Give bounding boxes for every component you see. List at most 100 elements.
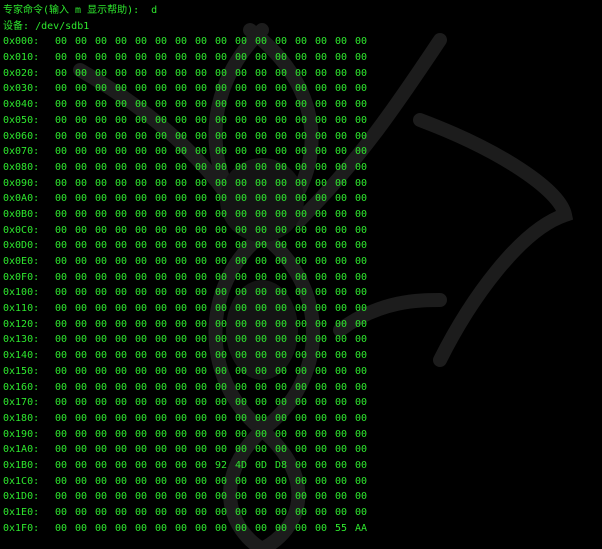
hexdump-address: 0x0D0: bbox=[3, 240, 40, 252]
hexdump-byte: 00 bbox=[295, 303, 308, 315]
prompt-input[interactable]: d bbox=[151, 5, 157, 16]
hexdump-row: 0x140: 00 00 00 00 00 00 00 00 00 00 00 00 00 00 00 00 bbox=[3, 348, 602, 364]
hexdump-byte: 00 bbox=[315, 193, 328, 205]
hexdump-byte: 00 bbox=[195, 240, 208, 252]
hexdump-byte: 00 bbox=[215, 114, 228, 126]
hexdump-byte: 00 bbox=[355, 146, 368, 158]
hexdump-byte: 00 bbox=[155, 350, 168, 362]
hexdump-byte: 00 bbox=[315, 444, 328, 456]
hexdump-byte: 00 bbox=[235, 146, 248, 158]
hexdump-byte: 00 bbox=[195, 507, 208, 518]
hexdump-byte: 00 bbox=[275, 240, 288, 252]
hexdump-byte: 00 bbox=[175, 52, 188, 64]
hexdump-byte: 00 bbox=[95, 475, 108, 487]
hexdump-byte: 00 bbox=[315, 287, 328, 299]
hexdump-byte: 00 bbox=[175, 240, 188, 252]
hexdump-byte: 00 bbox=[155, 381, 168, 393]
hexdump-byte: 00 bbox=[255, 491, 268, 503]
hexdump-byte: 00 bbox=[335, 208, 348, 220]
hexdump-byte: 00 bbox=[135, 208, 148, 220]
hexdump-byte: 00 bbox=[355, 161, 368, 173]
hexdump-byte: 00 bbox=[195, 256, 208, 267]
hexdump-byte: 00 bbox=[75, 99, 88, 111]
hexdump-byte: 00 bbox=[175, 381, 188, 393]
hexdump-byte: 00 bbox=[115, 224, 128, 236]
hexdump-byte: 00 bbox=[155, 475, 168, 487]
hexdump-byte: 00 bbox=[275, 428, 288, 440]
hexdump-byte: 00 bbox=[335, 444, 348, 456]
hexdump-byte: 00 bbox=[315, 83, 328, 95]
hexdump-byte: 00 bbox=[55, 36, 68, 48]
hexdump-byte: 00 bbox=[175, 397, 188, 409]
hexdump-byte: 00 bbox=[295, 522, 308, 534]
hexdump-address: 0x000: bbox=[3, 36, 40, 48]
hexdump-byte: 00 bbox=[215, 130, 228, 142]
hexdump-address: 0x0F0: bbox=[3, 271, 40, 283]
hexdump-address: 0x030: bbox=[3, 83, 40, 95]
terminal-output: 专家命令(输入 m 显示帮助): d 设备: /dev/sdb1 0x000: 0… bbox=[3, 3, 602, 536]
hexdump-byte: 00 bbox=[255, 130, 268, 142]
hexdump-byte: 00 bbox=[215, 271, 228, 283]
hexdump-address: 0x130: bbox=[3, 334, 40, 346]
hexdump-byte: 00 bbox=[155, 99, 168, 111]
hexdump-byte: 00 bbox=[255, 428, 268, 440]
hexdump-byte: 00 bbox=[355, 318, 368, 330]
hexdump-byte: 00 bbox=[75, 412, 88, 424]
hexdump-row: 0x020: 00 00 00 00 00 00 00 00 00 00 00 00 00 00 00 00 bbox=[3, 66, 602, 82]
hexdump-byte: 00 bbox=[235, 365, 248, 377]
hexdump-byte: 00 bbox=[275, 114, 288, 126]
hexdump-byte: 00 bbox=[215, 507, 228, 518]
hexdump-byte: 00 bbox=[235, 287, 248, 299]
hexdump-byte: 00 bbox=[215, 240, 228, 252]
hexdump-byte: 00 bbox=[95, 99, 108, 111]
hexdump-byte: 00 bbox=[275, 271, 288, 283]
hexdump-byte: 4D bbox=[235, 459, 248, 471]
hexdump-byte: 00 bbox=[175, 224, 188, 236]
hexdump-byte: 00 bbox=[75, 193, 88, 205]
hexdump-byte: 00 bbox=[115, 522, 128, 534]
hexdump-byte: 00 bbox=[295, 83, 308, 95]
hexdump-byte: 00 bbox=[315, 459, 328, 471]
hexdump-byte: 00 bbox=[355, 99, 368, 111]
hexdump-byte: 00 bbox=[135, 67, 148, 79]
hexdump-row: 0x1D0: 00 00 00 00 00 00 00 00 00 00 00 00 00 00 00 00 bbox=[3, 489, 602, 505]
hexdump-byte: 00 bbox=[295, 130, 308, 142]
hexdump-byte: 00 bbox=[195, 83, 208, 95]
hexdump-byte: 00 bbox=[95, 287, 108, 299]
hexdump-byte: 00 bbox=[295, 397, 308, 409]
hexdump-byte: 00 bbox=[315, 256, 328, 267]
hexdump-byte: 55 bbox=[335, 522, 348, 534]
hexdump-byte: 00 bbox=[135, 287, 148, 299]
hexdump-row: 0x1B0: 00 00 00 00 00 00 00 00 92 4D 0D D8 00 00 00 00 bbox=[3, 458, 602, 474]
hexdump-byte: 00 bbox=[155, 208, 168, 220]
hexdump-byte: 00 bbox=[235, 350, 248, 362]
hexdump-byte: 00 bbox=[155, 83, 168, 95]
hexdump-byte: 00 bbox=[195, 99, 208, 111]
hexdump-byte: 00 bbox=[355, 114, 368, 126]
hexdump-byte: 00 bbox=[335, 224, 348, 236]
hexdump-byte: 00 bbox=[215, 334, 228, 346]
hexdump-address: 0x1D0: bbox=[3, 491, 40, 503]
hexdump-byte: 00 bbox=[215, 52, 228, 64]
hexdump-byte: 00 bbox=[95, 83, 108, 95]
hexdump-byte: 00 bbox=[215, 381, 228, 393]
hexdump-byte: 00 bbox=[175, 193, 188, 205]
hexdump-address: 0x090: bbox=[3, 177, 40, 189]
hexdump-byte: 00 bbox=[215, 83, 228, 95]
hexdump-byte: 00 bbox=[295, 240, 308, 252]
hexdump-address: 0x0C0: bbox=[3, 224, 40, 236]
hexdump-byte: 00 bbox=[135, 381, 148, 393]
hexdump-byte: 00 bbox=[175, 161, 188, 173]
hexdump-byte: 00 bbox=[355, 67, 368, 79]
hexdump-byte: 00 bbox=[195, 350, 208, 362]
terminal-window[interactable]: 专家命令(输入 m 显示帮助): d 设备: /dev/sdb1 0x000: 0… bbox=[0, 0, 602, 549]
hexdump-byte: 00 bbox=[315, 365, 328, 377]
hexdump-address: 0x1E0: bbox=[3, 507, 40, 518]
hexdump-byte: 00 bbox=[155, 507, 168, 518]
prompt-line: 专家命令(输入 m 显示帮助): d bbox=[3, 3, 602, 19]
hexdump-byte: 00 bbox=[115, 99, 128, 111]
hexdump-byte: 00 bbox=[155, 52, 168, 64]
hexdump-byte: 00 bbox=[355, 365, 368, 377]
hexdump-byte: 00 bbox=[335, 475, 348, 487]
hexdump-byte: 00 bbox=[215, 522, 228, 534]
